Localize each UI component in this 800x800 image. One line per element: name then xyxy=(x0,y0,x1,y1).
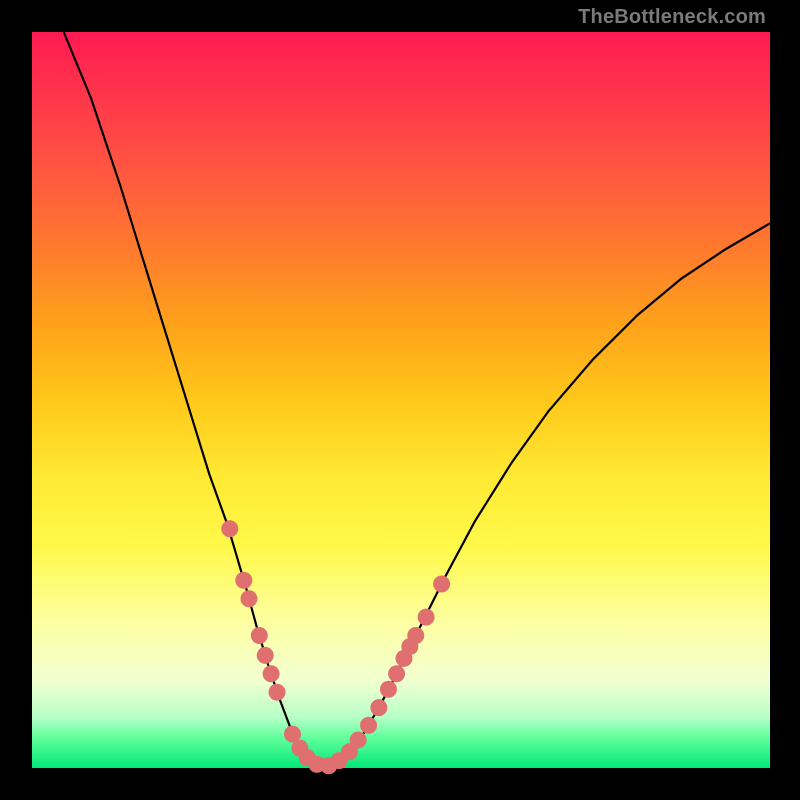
watermark-text: TheBottleneck.com xyxy=(578,6,766,29)
chart-frame: TheBottleneck.com xyxy=(0,0,800,800)
gradient-plot-area xyxy=(32,32,770,768)
